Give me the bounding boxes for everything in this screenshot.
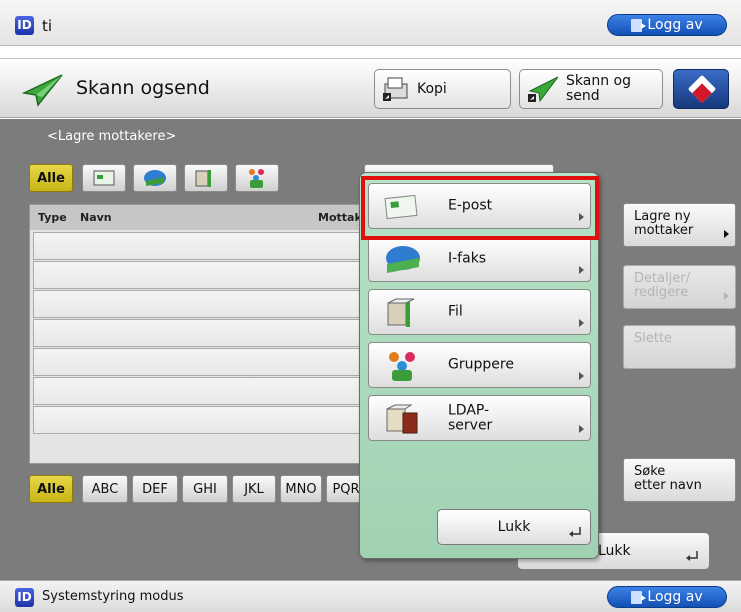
popup-ifax-label: I-faks [448,250,487,267]
bottom-bar: ID Systemstyring modus Logg av [0,580,741,612]
popup-close-label: Lukk [497,519,531,535]
logout-icon [631,18,647,32]
bottom-logout-label: Logg av [647,589,703,605]
chevron-right-icon [579,319,584,327]
logout-label: Logg av [647,17,703,33]
chevron-right-icon [724,230,729,238]
popup-file-label: Fil [448,303,463,320]
table-row[interactable] [33,290,367,318]
page-title: Skann ogsend [76,77,210,99]
cube-icon [687,74,717,104]
scan-send-button[interactable]: Skann og send [519,69,663,109]
popup-item-group[interactable]: Gruppere [368,342,591,388]
header-bar: Skann ogsend Kopi Skann og send [0,58,741,118]
ldap-server-icon [386,404,418,434]
search-label: Søke etter navn [634,464,702,494]
alpha-tab-jkl[interactable]: JKL [232,475,276,503]
id-badge-icon: ID [15,16,34,35]
alpha-tab-abc[interactable]: ABC [82,475,128,503]
send-arrow-icon [22,74,63,107]
popup-item-file[interactable]: Fil [368,289,591,335]
table-row[interactable] [33,406,367,434]
email-icon [93,170,115,186]
home-menu-button[interactable] [673,69,729,109]
filter-email-button[interactable] [82,164,126,192]
ifax-icon [144,170,166,186]
scan-send-icon [528,76,559,103]
return-arrow-icon [686,551,698,561]
system-mode-label: Systemstyring modus [42,589,184,604]
main-close-label: Lukk [598,543,631,559]
popup-close-button[interactable]: Lukk [437,509,591,545]
alpha-tab-def[interactable]: DEF [132,475,178,503]
popup-group-label: Gruppere [448,356,514,373]
alpha-tab-all[interactable]: Alle [29,475,73,503]
details-label: Detaljer/ redigere [634,271,691,301]
recipient-table: Type Navn Mottak [29,204,369,464]
group-icon [249,169,264,188]
column-name: Navn [80,211,112,224]
bottom-logout-button[interactable]: Logg av [607,586,727,608]
chevron-right-icon [579,372,584,380]
table-row[interactable] [33,348,367,376]
delete-label: Slette [634,331,673,346]
ifax-icon [386,246,420,273]
column-type: Type [38,211,67,224]
user-name: ti [42,17,53,35]
filter-file-button[interactable] [184,164,228,192]
chevron-right-icon [579,266,584,274]
table-row[interactable] [33,377,367,405]
group-icon [389,352,415,381]
logout-icon [631,590,647,604]
table-row[interactable] [33,261,367,289]
scan-send-label: Skann og send [566,73,631,104]
filter-ifax-button[interactable] [133,164,177,192]
table-row[interactable] [33,232,367,260]
delete-button[interactable]: Slette [623,325,736,369]
save-new-label: Lagre ny mottaker [634,209,694,239]
file-icon [387,298,415,327]
popup-ldap-label: LDAP- server [448,402,493,433]
details-edit-button[interactable]: Detaljer/ redigere [623,265,736,309]
filter-group-button[interactable] [235,164,279,192]
table-header: Type Navn Mottak [30,205,368,230]
alpha-tab-mno[interactable]: MNO [280,475,322,503]
return-arrow-icon [569,527,581,537]
table-row[interactable] [33,319,367,347]
id-badge-icon: ID [15,588,34,607]
chevron-right-icon [724,292,729,300]
subtitle: <Lagre mottakere> [47,129,177,144]
chevron-right-icon [579,425,584,433]
top-bar: ID ti Logg av [0,0,741,46]
logout-button[interactable]: Logg av [607,14,727,36]
search-by-name-button[interactable]: Søke etter navn [623,458,736,502]
popup-item-ldap[interactable]: LDAP- server [368,395,591,441]
filter-all-button[interactable]: Alle [29,164,73,192]
column-recipient: Mottak [318,211,362,224]
save-new-recipient-button[interactable]: Lagre ny mottaker [623,203,736,247]
copy-label: Kopi [417,80,447,97]
file-icon [195,170,211,187]
selection-highlight [361,176,599,240]
copy-icon [383,77,408,101]
alpha-tab-ghi[interactable]: GHI [182,475,228,503]
popup-item-ifax[interactable]: I-faks [368,236,591,282]
copy-button[interactable]: Kopi [374,69,511,109]
